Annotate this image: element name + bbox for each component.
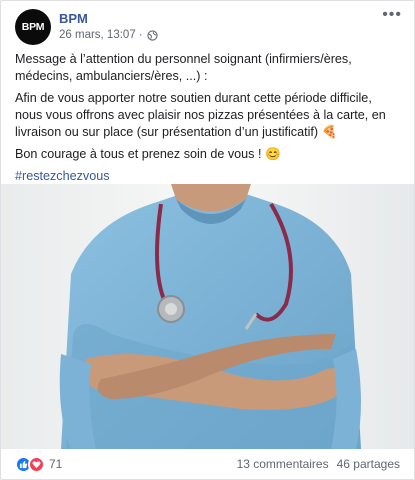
more-options-icon[interactable]: ••• (382, 7, 402, 23)
avatar[interactable]: BPM (15, 9, 51, 45)
page-name[interactable]: BPM (59, 11, 88, 26)
timestamp[interactable]: 26 mars, 13:07 · (59, 29, 143, 41)
reactions-summary[interactable]: 71 (15, 455, 63, 473)
post-footer: 71 13 commentaires 46 partages (15, 453, 400, 475)
hashtag-link[interactable]: #restezchezvous (15, 169, 110, 183)
post-paragraph: Afin de vous apporter notre soutien dura… (15, 91, 386, 139)
comments-link[interactable]: 13 commentaires (237, 457, 329, 471)
nurse-photo-illustration (1, 184, 414, 449)
heart-icon (28, 455, 45, 473)
post-body: Message à l’attention du personnel soign… (15, 51, 402, 190)
globe-icon (147, 29, 158, 41)
post-photo[interactable] (1, 184, 414, 449)
avatar-logo-text: BPM (21, 21, 45, 33)
post-paragraph: Message à l’attention du personnel soign… (15, 52, 352, 83)
post-card: BPM BPM 26 mars, 13:07 · ••• Message à l… (0, 0, 415, 480)
post-paragraph: Bon courage à tous et prenez soin de vou… (15, 147, 281, 161)
post-header: BPM BPM 26 mars, 13:07 · ••• (15, 7, 402, 49)
reaction-count: 71 (49, 457, 63, 471)
post-meta: 26 mars, 13:07 · (59, 29, 158, 41)
shares-link[interactable]: 46 partages (337, 457, 400, 471)
